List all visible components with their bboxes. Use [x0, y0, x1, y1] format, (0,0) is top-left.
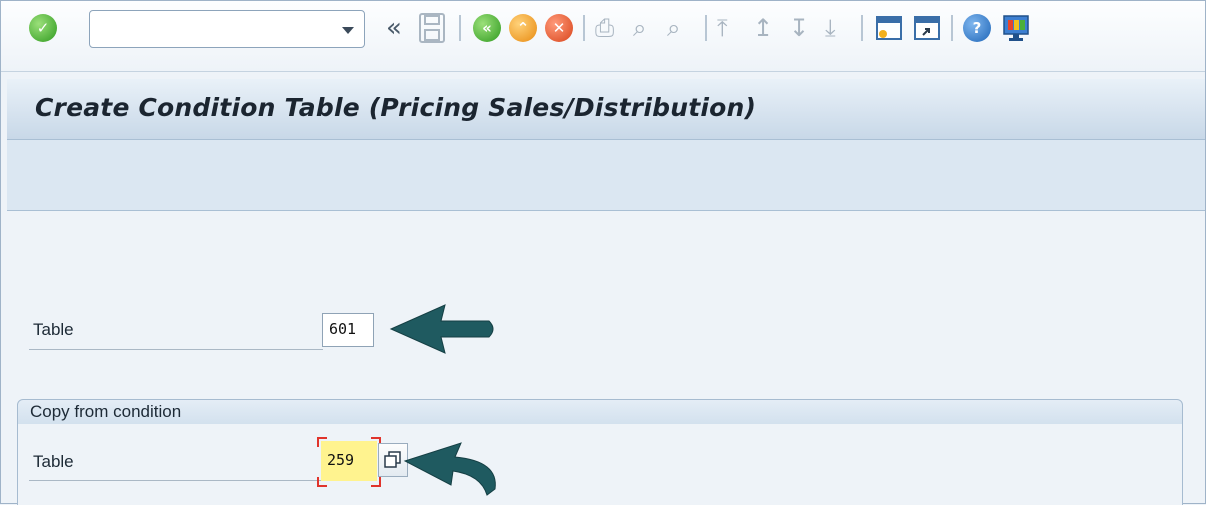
- table-label: Table: [33, 320, 74, 339]
- print-icon[interactable]: ⎙: [595, 14, 614, 42]
- find-next-icon[interactable]: ⌕: [667, 14, 680, 42]
- previous-page-icon[interactable]: ↥: [753, 14, 773, 42]
- create-session-icon[interactable]: [875, 14, 903, 46]
- copy-table-label: Table: [33, 452, 74, 471]
- pointer-arrow-icon: [389, 304, 494, 354]
- back-icon[interactable]: «: [473, 14, 501, 42]
- last-page-icon[interactable]: ⤓: [825, 14, 836, 42]
- application-toolbar-area: [7, 140, 1205, 211]
- copy-table-input[interactable]: 259: [321, 441, 377, 481]
- table-input[interactable]: 601: [322, 313, 374, 347]
- customize-layout-icon[interactable]: [1001, 13, 1031, 47]
- focus-corner: [317, 477, 327, 487]
- copy-from-group-title: Copy from condition: [30, 402, 182, 421]
- application-toolbar: ✓ « « ⌃ ✕ ⎙ ⌕ ⌕ ⤒ ↥ ↧ ⤓ ?: [1, 1, 1205, 72]
- command-field[interactable]: [89, 10, 365, 48]
- copy-icon: [384, 451, 401, 468]
- label-underline: [29, 349, 323, 350]
- cancel-icon[interactable]: ✕: [545, 14, 573, 42]
- save-icon[interactable]: [419, 13, 445, 47]
- exit-icon[interactable]: ⌃: [509, 14, 537, 42]
- focus-corner: [317, 437, 327, 447]
- pointer-arrow-icon: [403, 442, 496, 496]
- next-page-icon[interactable]: ↧: [789, 14, 809, 42]
- page-title: Create Condition Table (Pricing Sales/Di…: [35, 93, 757, 122]
- toolbar-separator: [705, 15, 707, 41]
- toolbar-separator: [459, 15, 461, 41]
- focus-corner: [371, 477, 381, 487]
- enter-check-icon[interactable]: ✓: [29, 14, 57, 42]
- toolbar-separator: [583, 15, 585, 41]
- toolbar-separator: [861, 15, 863, 41]
- copy-from-group-header: Copy from condition: [17, 399, 1183, 425]
- toolbar-separator: [951, 15, 953, 41]
- command-dropdown-icon[interactable]: [342, 27, 354, 34]
- copy-from-group: [17, 424, 1183, 505]
- title-bar: Create Condition Table (Pricing Sales/Di…: [7, 79, 1205, 140]
- label-underline: [29, 480, 321, 481]
- find-icon[interactable]: ⌕: [633, 14, 646, 42]
- collapse-icon[interactable]: «: [386, 13, 402, 43]
- first-page-icon[interactable]: ⤒: [717, 14, 728, 42]
- shortcut-icon[interactable]: [913, 14, 941, 46]
- help-icon[interactable]: ?: [963, 14, 991, 42]
